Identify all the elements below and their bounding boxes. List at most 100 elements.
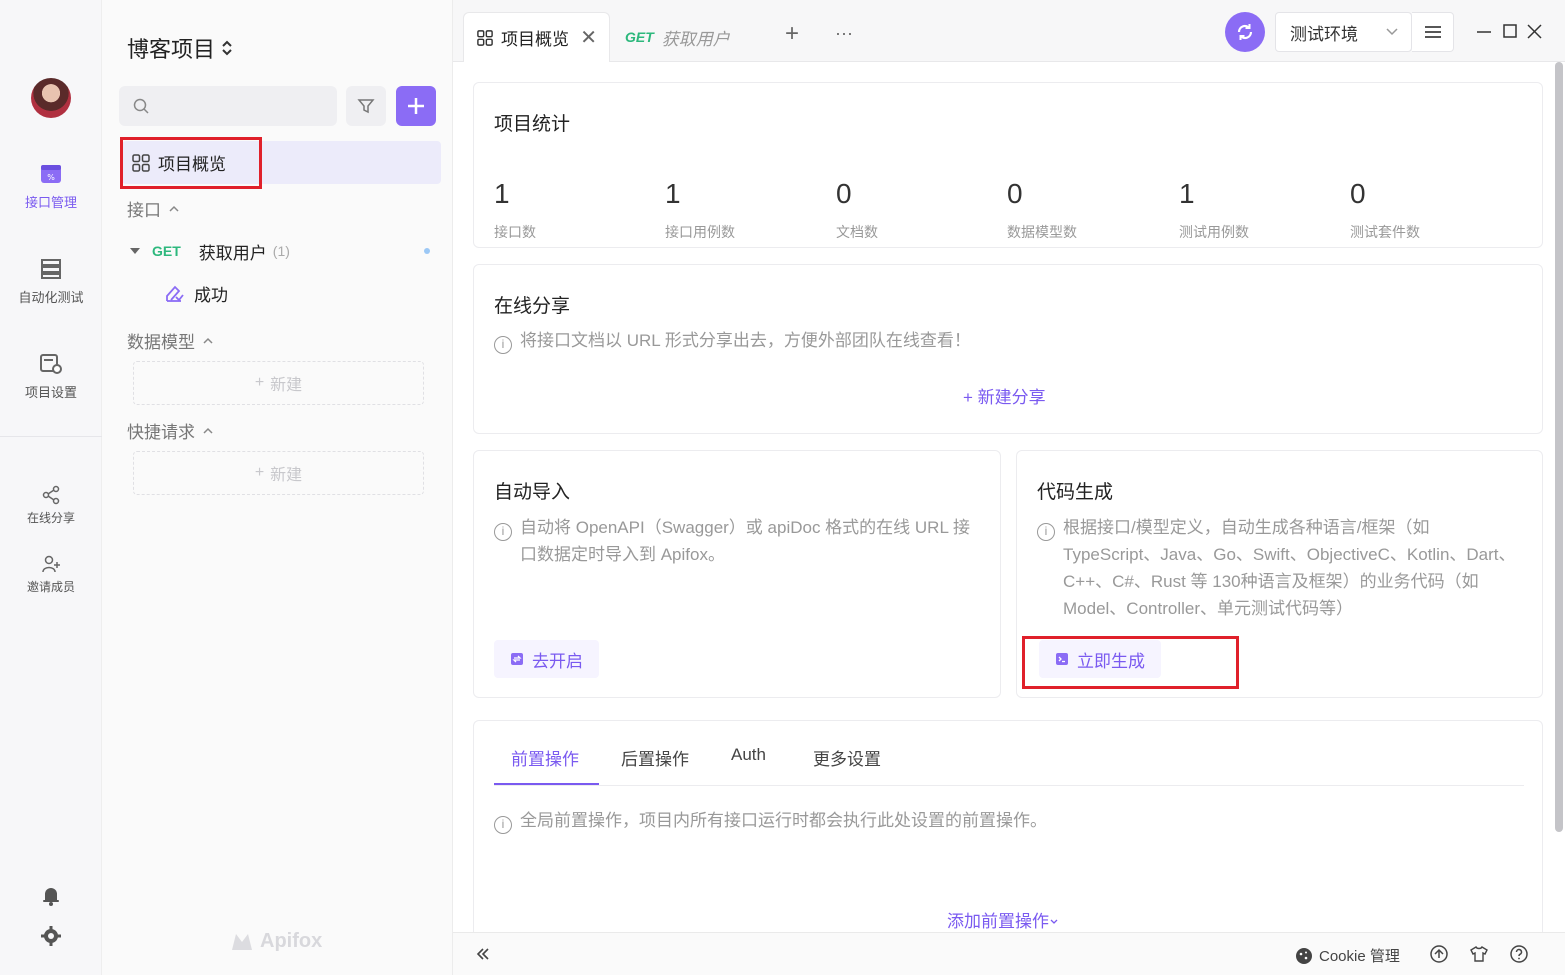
hamburger-icon <box>1424 26 1441 38</box>
add-button[interactable] <box>396 86 436 126</box>
maximize-icon[interactable] <box>1503 24 1517 38</box>
plus-icon: + <box>963 388 978 407</box>
more-tabs-icon[interactable]: ··· <box>835 24 853 42</box>
stat-value: 0 <box>1350 178 1366 209</box>
rail-item-automation-test[interactable]: 自动化测试 <box>0 257 102 306</box>
tab-label: 项目概览 <box>501 30 569 49</box>
stat-item: 0 测试套件数 <box>1350 178 1520 242</box>
shirt-icon[interactable] <box>1470 945 1488 963</box>
minimize-icon[interactable] <box>1476 20 1492 44</box>
section-quick-label: 快捷请求 <box>127 423 195 442</box>
share-title: 在线分享 <box>494 296 571 317</box>
window-close-icon[interactable] <box>1527 24 1542 39</box>
test-case-icon <box>166 285 184 302</box>
cookie-manager-button[interactable]: Cookie 管理 <box>1295 945 1400 966</box>
api-case-item[interactable]: 成功 <box>164 281 228 306</box>
rail-item-api-management[interactable]: % 接口管理 <box>0 162 102 211</box>
filter-icon <box>357 99 375 114</box>
gear-icon[interactable] <box>40 925 62 947</box>
auto-import-title: 自动导入 <box>494 482 571 503</box>
stats-card: 项目统计 1 接口数 1 接口用例数 0 文档数 0 数据模型数 1 测试用例数 0 测试套… <box>473 82 1543 248</box>
stat-label: 测试套件数 <box>1350 224 1420 240</box>
search-input[interactable] <box>119 86 337 126</box>
section-api-header[interactable]: 接口 <box>127 196 179 221</box>
status-bar: Cookie 管理 <box>453 932 1565 975</box>
tab-pre-operations[interactable]: 前置操作 <box>511 745 579 770</box>
tab-bar: 项目概览 ✕ GET 获取用户 + ··· 测试环境 <box>453 0 1565 62</box>
stat-item: 0 数据模型数 <box>1007 178 1177 242</box>
close-icon[interactable]: ✕ <box>580 25 597 50</box>
environment-menu-button[interactable] <box>1412 12 1454 52</box>
auto-import-description: i 自动将 OpenAPI（Swagger）或 apiDoc 格式的在线 URL … <box>494 514 984 568</box>
tab-post-operations[interactable]: 后置操作 <box>621 745 689 770</box>
stat-value: 0 <box>836 178 852 209</box>
stat-label: 测试用例数 <box>1179 224 1249 240</box>
rail-share-label: 在线分享 <box>26 511 75 525</box>
section-models-header[interactable]: 数据模型 <box>127 328 213 353</box>
enable-import-button[interactable]: 去开启 <box>494 640 599 678</box>
tab-get-user[interactable]: GET 获取用户 <box>625 12 730 62</box>
new-label: 新建 <box>270 377 303 394</box>
apifox-logo-icon <box>232 933 252 950</box>
sidebar: 博客项目 项目概览 接口 GET 获取用户 (1) 成功 数据模型 + 新建 快 <box>102 0 453 975</box>
main-content: 项目统计 1 接口数 1 接口用例数 0 文档数 0 数据模型数 1 测试用例数 0 测试套… <box>453 62 1565 950</box>
tab-label: 获取用户 <box>661 29 730 49</box>
help-icon[interactable] <box>1510 945 1528 963</box>
plus-icon: + <box>254 374 265 391</box>
new-model-button[interactable]: + 新建 <box>133 361 424 405</box>
new-share-link[interactable]: + 新建分享 <box>963 383 1046 408</box>
avatar[interactable] <box>31 78 71 118</box>
stats-title: 项目统计 <box>494 114 571 135</box>
collapse-left-icon[interactable] <box>475 946 491 962</box>
codegen-description: i 根据接口/模型定义，自动生成各种语言/框架（如 TypeScript、Java… <box>1037 514 1527 622</box>
api-case-count: (1) <box>272 243 290 259</box>
api-method: GET <box>152 243 181 259</box>
sort-chevrons-icon <box>222 40 232 56</box>
rail-invite-members[interactable]: 邀请成员 <box>0 554 102 595</box>
rail-item-label: 项目设置 <box>24 385 77 400</box>
auto-import-card: 自动导入 i 自动将 OpenAPI（Swagger）或 apiDoc 格式的在线… <box>473 450 1001 698</box>
ops-description: i 全局前置操作，项目内所有接口运行时都会执行此处设置的前置操作。 <box>494 807 1047 834</box>
sync-button[interactable] <box>1225 12 1265 52</box>
add-pre-operation-dropdown[interactable]: 添加前置操作 <box>947 907 1059 932</box>
svg-text:%: % <box>47 173 55 182</box>
tab-more-settings[interactable]: 更多设置 <box>813 745 881 770</box>
info-icon: i <box>1037 523 1055 541</box>
filter-button[interactable] <box>346 86 386 126</box>
search-icon <box>133 98 149 114</box>
project-switcher[interactable]: 博客项目 <box>127 32 233 64</box>
info-icon: i <box>494 523 512 541</box>
scrollbar[interactable] <box>1555 62 1563 832</box>
add-pre-operation-label: 添加前置操作 <box>947 912 1049 931</box>
stat-value: 1 <box>665 178 681 209</box>
case-name: 成功 <box>194 286 228 305</box>
new-quick-request-button[interactable]: + 新建 <box>133 451 424 495</box>
sync-icon <box>511 653 523 665</box>
bell-icon[interactable] <box>40 884 62 906</box>
project-settings-icon <box>40 354 62 374</box>
stat-label: 接口用例数 <box>665 224 735 240</box>
add-tab-icon[interactable]: + <box>785 22 799 46</box>
api-tree-item[interactable]: GET 获取用户 (1) <box>130 238 440 264</box>
rail-online-share[interactable]: 在线分享 <box>0 485 102 526</box>
new-label: 新建 <box>270 467 303 484</box>
rail-item-project-settings[interactable]: 项目设置 <box>0 352 102 401</box>
section-quick-header[interactable]: 快捷请求 <box>127 418 213 443</box>
brand-name: Apifox <box>260 930 323 952</box>
stat-item: 1 接口数 <box>494 178 664 242</box>
share-icon <box>42 485 60 505</box>
section-api-label: 接口 <box>127 201 161 220</box>
stat-item: 0 文档数 <box>836 178 1006 242</box>
tab-method: GET <box>625 29 654 45</box>
plus-icon: + <box>254 464 265 481</box>
info-icon: i <box>494 816 512 834</box>
chevron-up-icon <box>203 337 213 344</box>
rail-divider <box>0 436 102 437</box>
brand-logo: Apifox <box>230 930 322 953</box>
stat-value: 1 <box>1179 178 1195 209</box>
tab-auth[interactable]: Auth <box>731 745 766 765</box>
stat-value: 1 <box>494 178 510 209</box>
upload-icon[interactable] <box>1430 945 1448 963</box>
environment-select[interactable]: 测试环境 <box>1275 12 1412 52</box>
tab-project-overview[interactable]: 项目概览 ✕ <box>463 12 610 62</box>
